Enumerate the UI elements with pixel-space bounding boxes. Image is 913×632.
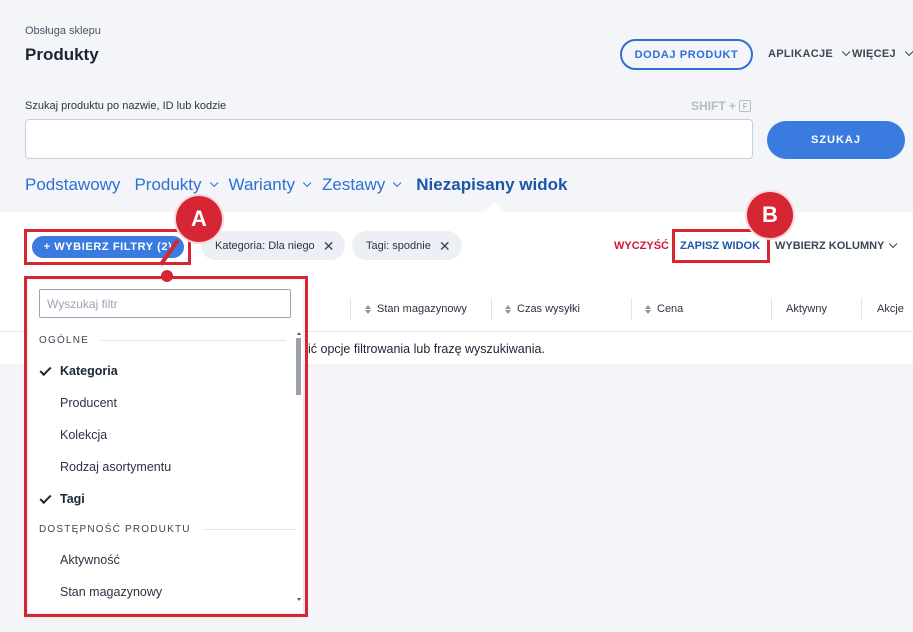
clear-filters-link[interactable]: WYCZYŚĆ [614,240,669,252]
tab-variants-label: Warianty [228,175,295,194]
chevron-down-icon [302,178,312,188]
column-header-active: Aktywny [786,303,827,315]
active-tab-pointer [485,202,505,212]
column-header-label: Cena [657,303,684,315]
column-divider [861,298,862,320]
close-icon[interactable]: ✕ [439,239,451,253]
column-header-stock[interactable]: Stan magazynowy [365,303,467,315]
chevron-down-icon [841,47,851,57]
tab-variants[interactable]: Warianty [228,175,312,195]
more-menu-label: WIĘCEJ [852,48,896,60]
filter-chip-label: Kategoria: Dla niego [215,239,315,252]
page-header: Obsługa sklepu Produkty DODAJ PRODUKT AP… [0,0,913,212]
sort-icon [365,304,371,314]
column-divider [771,298,772,320]
tab-sets-label: Zestawy [321,175,386,194]
sort-icon [505,304,511,314]
choose-columns-label: WYBIERZ KOLUMNY [775,240,885,252]
sort-icon [645,304,651,314]
annotation-frame-a-dropdown [24,276,308,617]
chevron-down-icon [904,47,913,57]
column-header-label: Akcje [877,303,904,315]
search-shortcut-hint: SHIFT + F [691,99,752,113]
tab-unsaved-view[interactable]: Niezapisany widok [416,175,567,195]
add-product-button[interactable]: DODAJ PRODUKT [620,39,753,70]
product-search-input[interactable] [25,119,753,159]
filter-chip-category: Kategoria: Dla niego ✕ [201,231,345,260]
tab-basic[interactable]: Podstawowy [25,175,120,195]
tab-sets[interactable]: Zestawy [321,175,402,195]
column-divider [491,298,492,320]
chevron-down-icon [889,239,898,249]
empty-results-message: ić opcje filtrowania lub frazę wyszukiwa… [308,342,545,356]
view-tabs: Podstawowy Produkty Warianty Zestawy Nie… [25,175,567,195]
column-header-price[interactable]: Cena [645,303,683,315]
annotation-badge-a: A [176,196,222,242]
column-header-shipping-time[interactable]: Czas wysyłki [505,303,580,315]
apps-menu[interactable]: APLIKACJE [768,47,851,60]
search-label: Szukaj produktu po nazwie, ID lub kodzie [25,100,227,112]
annotation-frame-b [672,229,770,263]
tab-basic-label: Podstawowy [25,175,121,194]
chevron-down-icon [209,178,218,188]
filter-chip-label: Tagi: spodnie [366,239,431,252]
choose-columns-menu[interactable]: WYBIERZ KOLUMNY [775,239,898,252]
search-button[interactable]: SZUKAJ [767,121,905,159]
annotation-badge-b: B [747,192,793,238]
page-title: Produkty [25,45,99,64]
tab-products-label: Produkty [134,175,202,194]
shortcut-text: SHIFT + [691,99,737,113]
column-divider [631,298,632,320]
column-header-label: Stan magazynowy [377,303,467,315]
close-icon[interactable]: ✕ [323,239,335,253]
column-header-actions: Akcje [877,303,904,315]
column-header-label: Aktywny [786,303,827,315]
filter-chip-tags: Tagi: spodnie ✕ [352,231,462,260]
breadcrumb[interactable]: Obsługa sklepu [25,25,101,37]
shortcut-key: F [739,100,752,112]
tab-products[interactable]: Produkty [134,175,218,195]
chevron-down-icon [393,178,402,188]
annotation-dot [161,270,173,282]
more-menu[interactable]: WIĘCEJ [852,47,913,60]
column-divider [350,298,351,320]
apps-menu-label: APLIKACJE [768,48,834,60]
column-header-label: Czas wysyłki [517,303,580,315]
